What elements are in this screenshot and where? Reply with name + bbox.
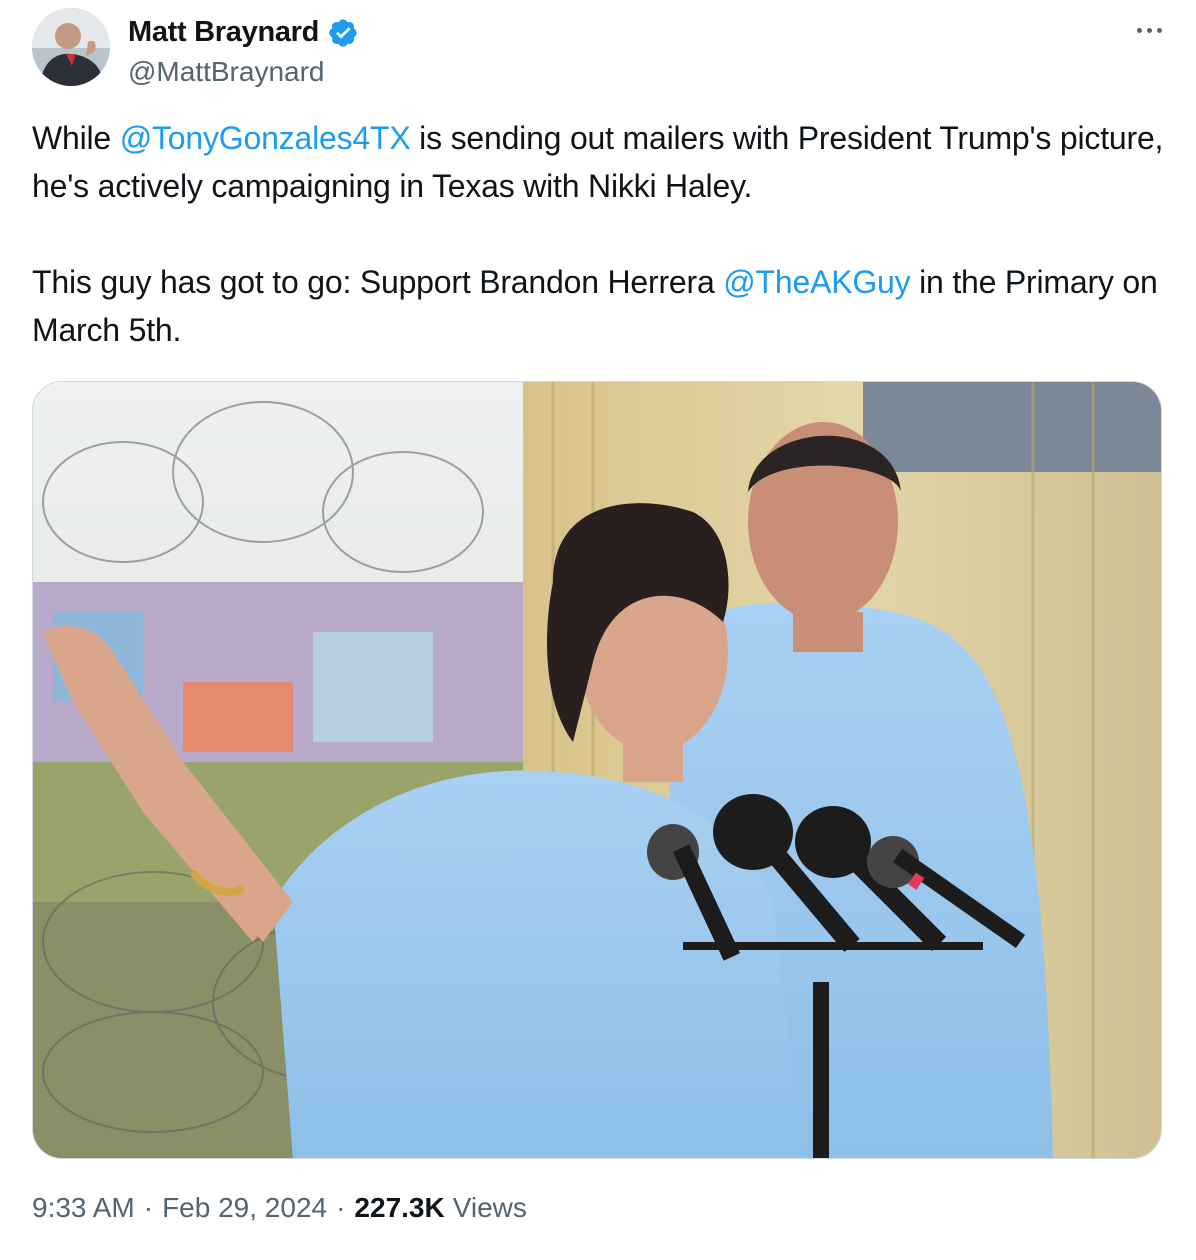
verified-badge-icon bbox=[327, 17, 359, 49]
tweet-date[interactable]: Feb 29, 2024 bbox=[162, 1192, 327, 1224]
views-label: Views bbox=[452, 1192, 527, 1223]
tweet-time[interactable]: 9:33 AM bbox=[32, 1192, 135, 1224]
tweet-header: Matt Braynard @MattBraynard bbox=[32, 8, 1172, 92]
photo-illustration bbox=[33, 382, 1161, 1158]
text-segment: This guy has got to go: Support Brandon … bbox=[32, 264, 724, 300]
views-count: 227.3K bbox=[354, 1192, 445, 1223]
author-display-name[interactable]: Matt Braynard bbox=[128, 16, 319, 49]
more-dots-icon[interactable] bbox=[1132, 20, 1166, 40]
tweet-paragraph: This guy has got to go: Support Brandon … bbox=[32, 258, 1172, 354]
meta-separator: · bbox=[336, 1192, 346, 1223]
tweet-meta: 9:33 AM · Feb 29, 2024 · 227.3K Views bbox=[32, 1192, 527, 1224]
meta-separator: · bbox=[143, 1192, 154, 1223]
author-name-row: Matt Braynard bbox=[128, 16, 359, 49]
author-handle[interactable]: @MattBraynard bbox=[128, 56, 325, 88]
mention-link-tonygonzales[interactable]: @TonyGonzales4TX bbox=[120, 120, 411, 156]
tweet-paragraph: While @TonyGonzales4TX is sending out ma… bbox=[32, 114, 1172, 210]
tweet-photo[interactable] bbox=[32, 381, 1162, 1159]
text-segment: While bbox=[32, 120, 120, 156]
mention-link-theakguy[interactable]: @TheAKGuy bbox=[723, 264, 910, 300]
avatar[interactable] bbox=[32, 8, 110, 86]
tweet-text: While @TonyGonzales4TX is sending out ma… bbox=[32, 114, 1172, 354]
